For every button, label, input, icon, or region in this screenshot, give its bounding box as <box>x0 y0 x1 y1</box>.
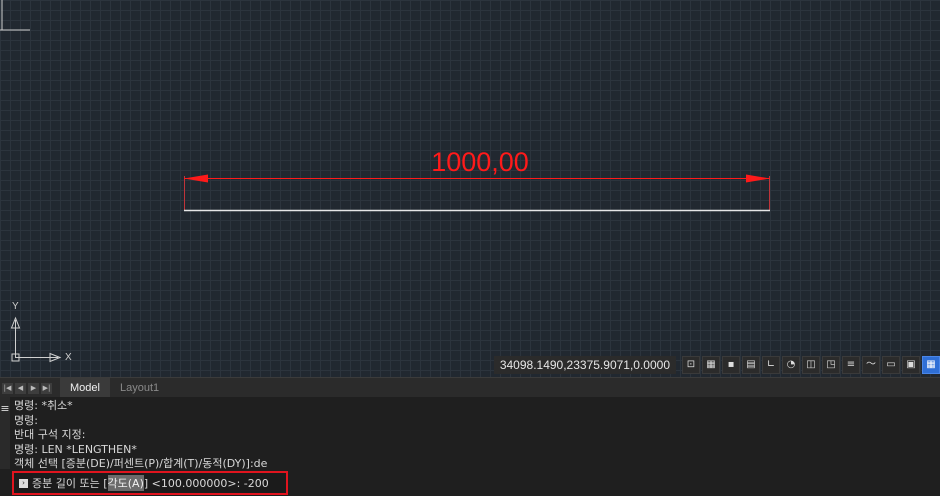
dimension-arrow-left <box>184 174 208 183</box>
command-grip-icon[interactable]: ≡ <box>0 397 10 469</box>
last-tab-icon[interactable]: ▶| <box>41 382 52 394</box>
prompt-option-angle[interactable]: 각도(A) <box>107 475 144 491</box>
ucs-icon <box>10 316 62 363</box>
drawing-canvas[interactable]: 1000,00 Y X <box>0 0 940 377</box>
tab-layout1[interactable]: Layout1 <box>110 378 169 398</box>
previous-tab-icon[interactable]: ◀ <box>15 382 26 394</box>
object-snap-tracking-icon[interactable]: ◳ <box>822 356 840 374</box>
status-bar: 34098.1490,23375.9071,0.0000 ⊡ ▦ ▪ ▤ ∟ ◔… <box>493 355 940 375</box>
history-line: 반대 구석 지정: <box>14 428 86 441</box>
transparency-icon[interactable]: 〜 <box>862 356 880 374</box>
command-history: 명령: *취소* 명령: 반대 구석 지정: 명령: LEN *LENGTHEN… <box>14 399 267 472</box>
command-prompt-icon: › <box>19 478 28 488</box>
object-snap-icon[interactable]: ◫ <box>802 356 820 374</box>
grid-display-icon[interactable]: ▤ <box>742 356 760 374</box>
dimension-arrow-right <box>746 174 770 183</box>
ucs-y-label: Y <box>12 301 19 312</box>
ucs-x-label: X <box>65 352 72 363</box>
workspace-icon[interactable]: ▦ <box>922 356 940 374</box>
grid-icon[interactable]: ▪ <box>722 356 740 374</box>
next-tab-icon[interactable]: ▶ <box>28 382 39 394</box>
history-line: 명령: *취소* <box>14 399 73 412</box>
command-line-panel: ≡ 명령: *취소* 명령: 반대 구석 지정: 명령: LEN *LENGTH… <box>0 397 940 496</box>
history-line: 명령: <box>14 413 38 427</box>
history-line: 객체 선택 [증분(DE)/퍼센트(P)/합계(T)/동적(DY)]:de <box>14 457 268 470</box>
prompt-text-before: 증분 길이 또는 [ <box>32 477 108 490</box>
dimension-text[interactable]: 1000,00 <box>380 146 580 178</box>
tab-model[interactable]: Model <box>60 378 110 398</box>
drawing-svg <box>0 0 770 363</box>
prompt-text-after[interactable]: ] <100.000000>: -200 <box>144 477 269 490</box>
polar-tracking-icon[interactable]: ◔ <box>782 356 800 374</box>
snap-mode-icon[interactable]: ⊡ <box>682 356 700 374</box>
layout-tab-strip: |◀ ◀ ▶ ▶| Model Layout1 <box>0 377 940 398</box>
history-line: 명령: LEN *LENGTHEN* <box>14 442 137 456</box>
grid-snap-icon[interactable]: ▦ <box>702 356 720 374</box>
first-tab-icon[interactable]: |◀ <box>2 382 13 394</box>
coordinate-readout[interactable]: 34098.1490,23375.9071,0.0000 <box>493 356 676 374</box>
model-space-icon[interactable]: ▣ <box>902 356 920 374</box>
ortho-mode-icon[interactable]: ∟ <box>762 356 780 374</box>
command-input[interactable]: › 증분 길이 또는 [ 각도(A) ] <100.000000>: -200 <box>12 471 288 495</box>
lineweight-icon[interactable]: ≡ <box>842 356 860 374</box>
selection-cycling-icon[interactable]: ▭ <box>882 356 900 374</box>
